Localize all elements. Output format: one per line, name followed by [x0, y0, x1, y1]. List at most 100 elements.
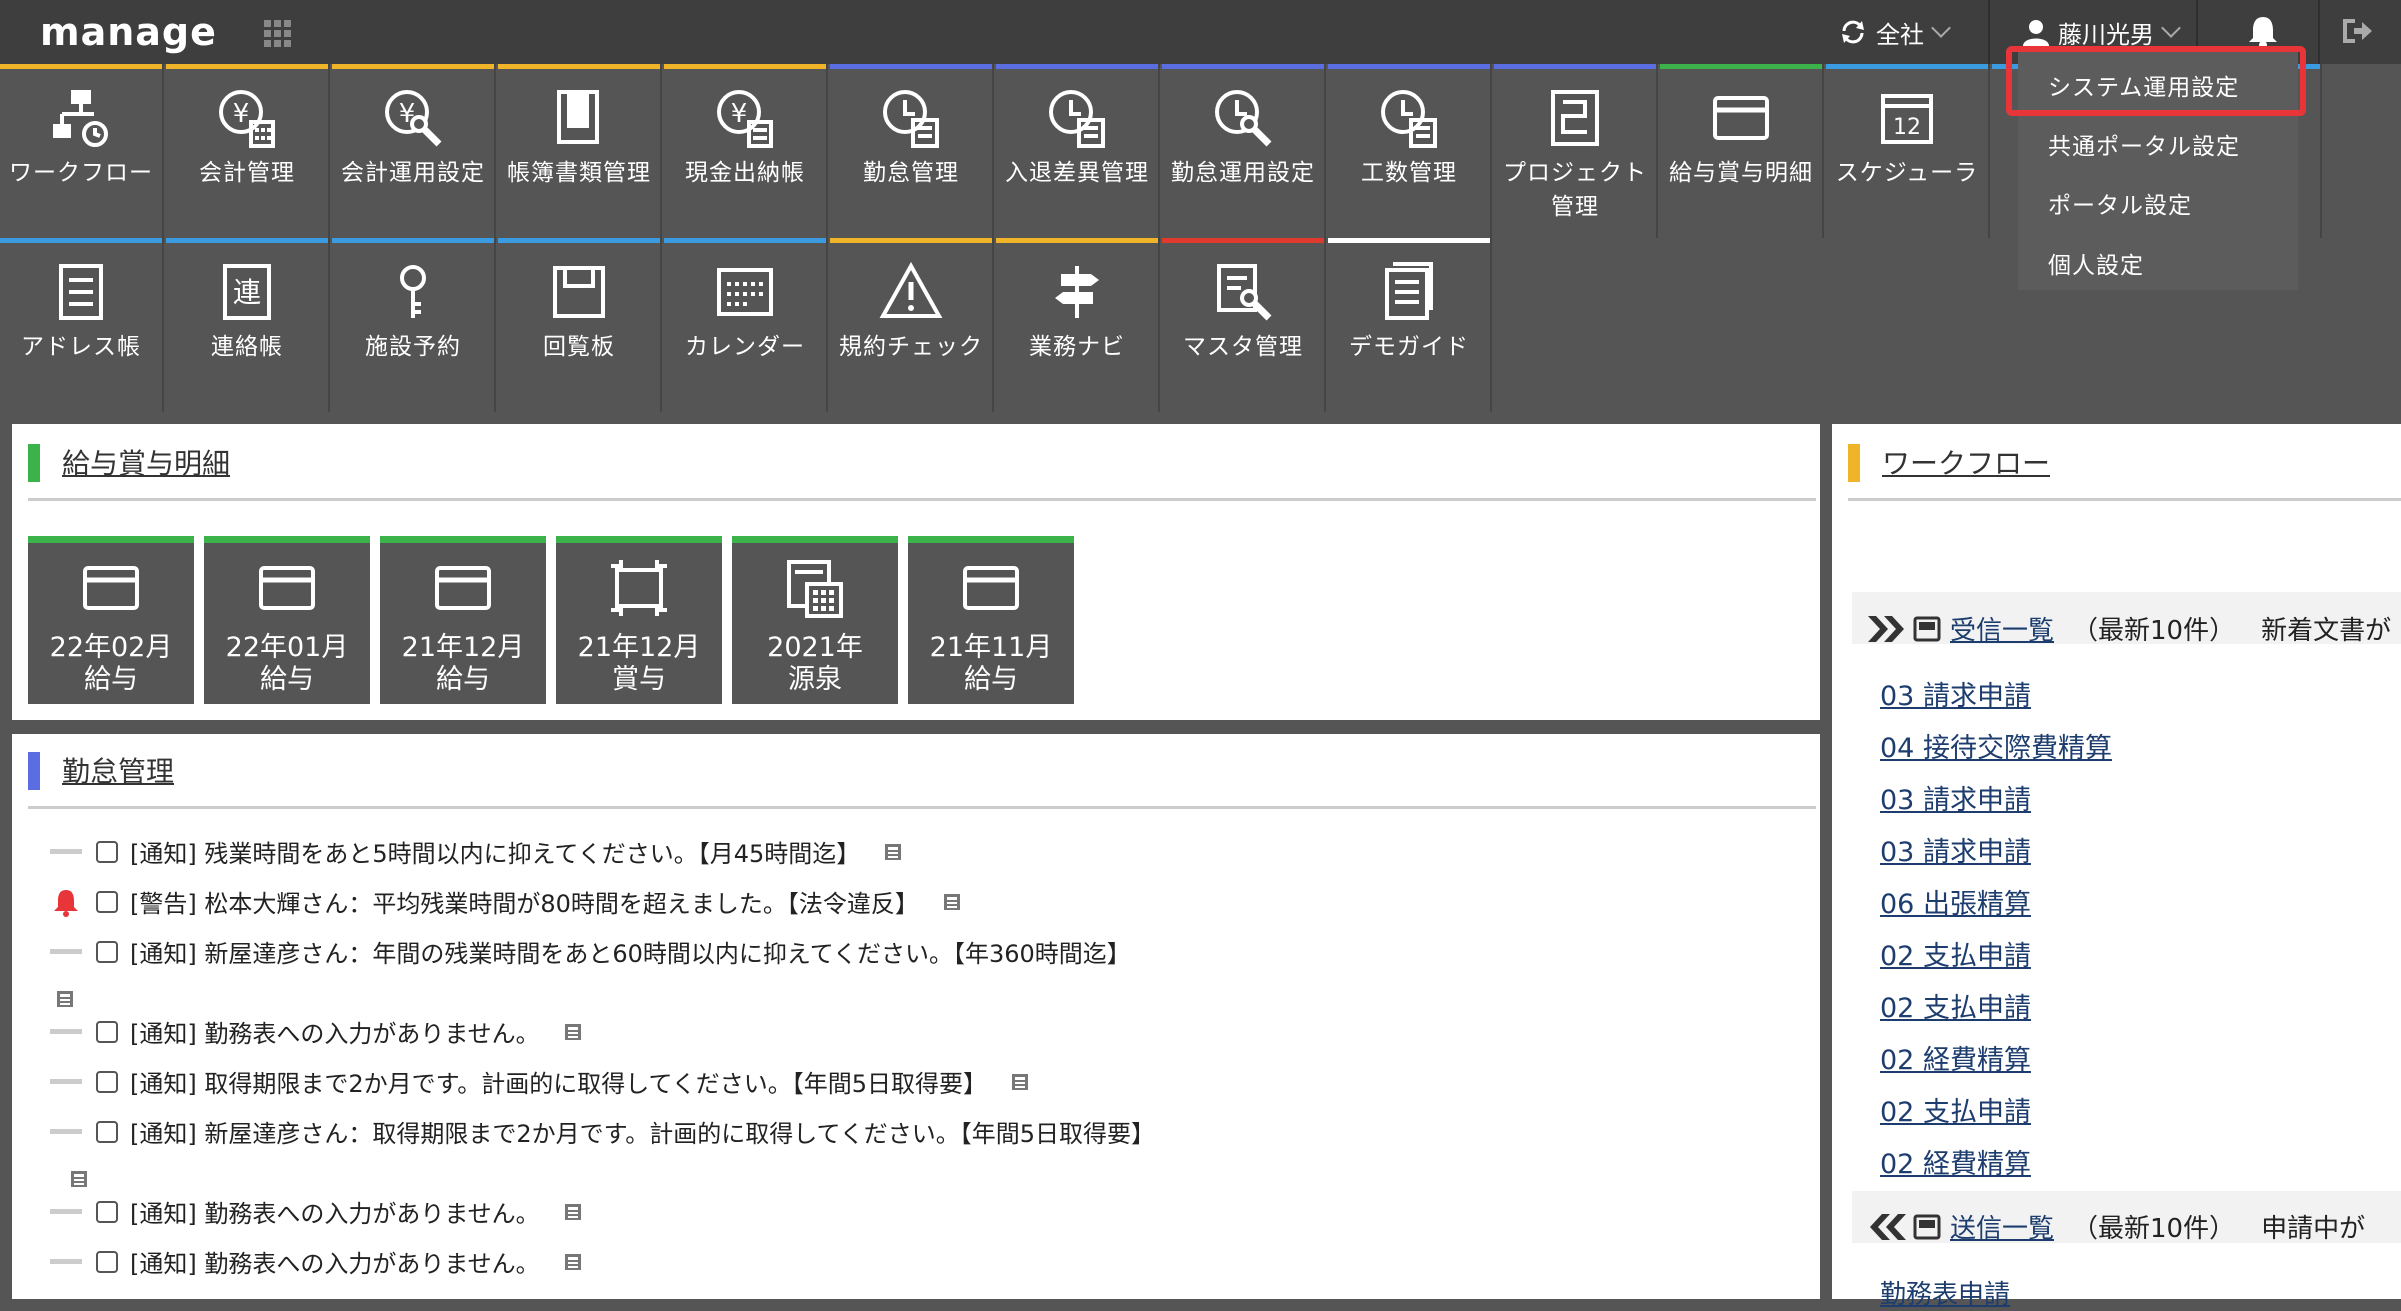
svg-text:12: 12 — [1893, 115, 1921, 140]
menu-tile-label: カレンダー — [685, 334, 805, 360]
inbox-item[interactable]: 02 支払申請 — [1880, 934, 2031, 973]
dropdown-item-common-portal-settings[interactable]: 共通ポータル設定 — [2048, 127, 2240, 161]
menu-tile-1-4[interactable]: 帳簿書類管理 — [498, 64, 662, 238]
menu-tile-label: マスタ管理 — [1183, 334, 1303, 360]
inbox-item[interactable]: 03 請求申請 — [1880, 674, 2031, 713]
menu-color-bar — [0, 64, 162, 69]
cashbook-icon: ¥ — [713, 86, 777, 150]
notice-checkbox[interactable] — [96, 1070, 118, 1093]
outbox-item[interactable]: 勤務表申請 — [1880, 1274, 2010, 1311]
menu-tile-2-9[interactable]: デモガイド — [1328, 238, 1492, 412]
notice-checkbox[interactable] — [96, 840, 118, 863]
payslip-tile-label: 21年12月 給与 — [401, 632, 525, 695]
menu-tile-1-3[interactable]: ¥ 会計運用設定 — [332, 64, 496, 238]
user-icon — [2023, 20, 2049, 46]
tile-color-bar — [732, 536, 898, 543]
menu-tile-1-7[interactable]: 入退差異管理 — [996, 64, 1160, 238]
menu-tile-1-5[interactable]: ¥ 現金出納帳 — [664, 64, 828, 238]
address-book-icon — [49, 260, 113, 324]
payslip-title[interactable]: 給与賞与明細 — [62, 442, 230, 482]
payslip-tile-4[interactable]: 21年12月 賞与 — [556, 536, 722, 704]
menu-tile-label: 連絡帳 — [211, 334, 283, 360]
menu-tile-label: 給与賞与明細 — [1669, 160, 1813, 186]
payslip-tile-6[interactable]: 21年11月 給与 — [908, 536, 1074, 704]
payslip-tile-1[interactable]: 22年02月 給与 — [28, 536, 194, 704]
menu-tile-1-11[interactable]: 給与賞与明細 — [1660, 64, 1824, 238]
notice-item: [通知] 勤務表への入力がありません。 — [50, 1014, 584, 1049]
menu-tile-1-8[interactable]: 勤怠運用設定 — [1162, 64, 1326, 238]
inbox-item[interactable]: 02 経費精算 — [1880, 1038, 2031, 1077]
menu-tile-1-10[interactable]: プロジェクト 管理 — [1494, 64, 1658, 238]
bell-icon[interactable] — [2246, 14, 2280, 50]
notice-checkbox[interactable] — [96, 940, 118, 963]
menu-tile-1-2[interactable]: ¥ 会計管理 — [166, 64, 330, 238]
notice-checkbox[interactable] — [96, 1120, 118, 1143]
menu-tile-label: 規約チェック — [839, 334, 983, 360]
accounting-icon: ¥ — [215, 86, 279, 150]
dropdown-item-personal-settings[interactable]: 個人設定 — [2048, 246, 2144, 280]
menu-tile-2-1[interactable]: アドレス帳 — [0, 238, 164, 412]
logo[interactable]: manage — [40, 4, 217, 60]
menu-tile-2-5[interactable]: カレンダー — [664, 238, 828, 412]
menu-color-bar — [332, 238, 494, 243]
attendance-icon — [879, 86, 943, 150]
apps-grid-icon[interactable] — [262, 18, 294, 50]
notice-checkbox[interactable] — [96, 890, 118, 913]
menu-tile-2-2[interactable]: 連連絡帳 — [166, 238, 330, 412]
dropdown-item-portal-settings[interactable]: ポータル設定 — [2048, 186, 2192, 220]
menu-color-bar — [0, 238, 162, 243]
workflow-title[interactable]: ワークフロー — [1882, 442, 2050, 482]
notice-text: [通知] 残業時間をあと5時間以内に抑えてください。【月45時間迄】 — [130, 840, 861, 868]
menu-tile-2-4[interactable]: 回覧板 — [498, 238, 662, 412]
document-icon[interactable] — [562, 1251, 584, 1273]
inbox-item[interactable]: 02 経費精算 — [1880, 1142, 2031, 1181]
document-icon[interactable] — [941, 891, 963, 913]
outbox-row: 送信一覧 （最新10件） 申請中が — [1866, 1208, 2365, 1245]
inbox-item[interactable]: 03 請求申請 — [1880, 830, 2031, 869]
menu-tile-1-6[interactable]: 勤怠管理 — [830, 64, 994, 238]
menu-color-bar — [498, 238, 660, 243]
inbox-item[interactable]: 02 支払申請 — [1880, 1090, 2031, 1129]
notice-checkbox[interactable] — [96, 1250, 118, 1273]
document-icon[interactable] — [54, 988, 76, 1014]
inbox-item[interactable]: 02 支払申請 — [1880, 986, 2031, 1025]
inbox-link[interactable]: 受信一覧 — [1950, 610, 2054, 647]
warning-icon — [879, 260, 943, 324]
logout-icon[interactable] — [2340, 16, 2374, 46]
section-marker — [28, 752, 40, 790]
notice-checkbox[interactable] — [96, 1200, 118, 1223]
key-icon — [381, 260, 445, 324]
inbox-item[interactable]: 06 出張精算 — [1880, 882, 2031, 921]
payslip-tile-label: 22年01月 給与 — [225, 632, 349, 695]
menu-tile-1-12[interactable]: 12 スケジューラ — [1826, 64, 1990, 238]
payslip-tile-2[interactable]: 22年01月 給与 — [204, 536, 370, 704]
menu-tile-2-6[interactable]: 規約チェック — [830, 238, 994, 412]
document-icon[interactable] — [882, 841, 904, 863]
bell-alert-icon — [50, 886, 82, 918]
document-icon[interactable] — [562, 1021, 584, 1043]
signpost-icon — [1045, 260, 1109, 324]
menu-tile-2-8[interactable]: マスタ管理 — [1162, 238, 1326, 412]
card-icon — [431, 556, 495, 620]
menu-tile-1-9[interactable]: 工数管理 — [1328, 64, 1492, 238]
menu-tile-label: プロジェクト 管理 — [1503, 160, 1647, 220]
notice-checkbox[interactable] — [96, 1020, 118, 1043]
dash-marker — [50, 1079, 82, 1084]
menu-tile-label: 工数管理 — [1361, 160, 1457, 186]
document-icon[interactable] — [562, 1201, 584, 1223]
dash-marker — [50, 849, 82, 854]
outbox-link[interactable]: 送信一覧 — [1950, 1208, 2054, 1245]
menu-tile-2-7[interactable]: 業務ナビ — [996, 238, 1160, 412]
company-switcher[interactable]: 全社 — [1838, 0, 1951, 64]
notice-item: [通知] 残業時間をあと5時間以内に抑えてください。【月45時間迄】 — [50, 834, 904, 869]
payslip-tile-3[interactable]: 21年12月 給与 — [380, 536, 546, 704]
attendance-title[interactable]: 勤怠管理 — [62, 750, 174, 790]
menu-tile-1-1[interactable]: ワークフロー — [0, 64, 164, 238]
document-icon[interactable] — [68, 1168, 90, 1194]
inbox-item[interactable]: 04 接待交際費精算 — [1880, 726, 2112, 765]
payslip-tile-5[interactable]: 2021年 源泉 — [732, 536, 898, 704]
document-icon[interactable] — [1009, 1071, 1031, 1093]
menu-tile-2-3[interactable]: 施設予約 — [332, 238, 496, 412]
inbox-item[interactable]: 03 請求申請 — [1880, 778, 2031, 817]
man-hour-icon — [1377, 86, 1441, 150]
